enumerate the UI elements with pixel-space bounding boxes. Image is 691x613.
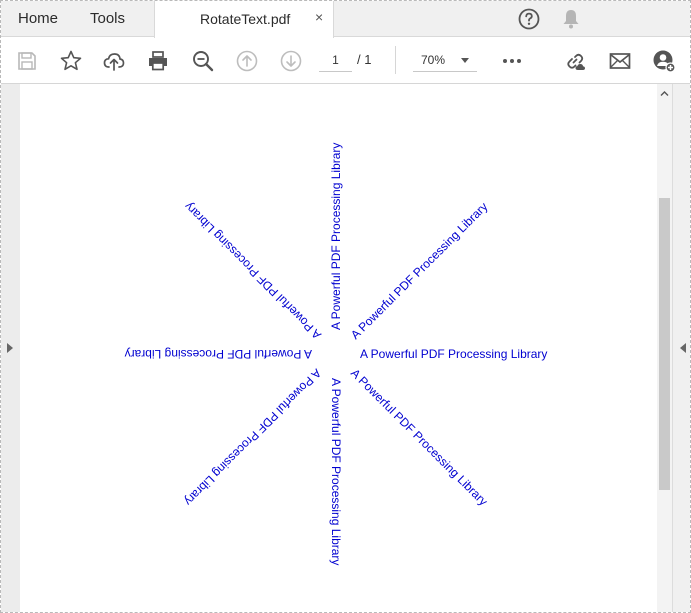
close-icon[interactable]: × [315, 9, 323, 25]
zoom-out-icon[interactable] [191, 49, 215, 73]
chevron-right-icon [7, 343, 13, 353]
mail-icon[interactable] [608, 49, 632, 73]
rotated-text-45: A Powerful PDF Processing Library [348, 200, 490, 342]
tab-tools[interactable]: Tools [90, 10, 125, 27]
rotated-text-225: A Powerful PDF Processing Library [182, 366, 324, 508]
scrollbar-thumb[interactable] [659, 198, 670, 490]
star-icon[interactable] [59, 49, 83, 73]
rotated-text-90: A Powerful PDF Processing Library [329, 143, 343, 330]
tab-document-label: RotateText.pdf [200, 11, 291, 27]
add-user-icon[interactable] [652, 49, 676, 73]
rotated-text-270: A Powerful PDF Processing Library [329, 378, 343, 565]
bell-icon[interactable] [559, 7, 583, 31]
toolbar-divider [395, 46, 396, 74]
pdf-page: A Powerful PDF Processing Library A Power… [20, 84, 657, 612]
app-window: Home Tools RotateText.pdf × 1 / 1 70% A … [0, 0, 691, 613]
page-number-input[interactable]: 1 [319, 48, 352, 72]
left-panel-toggle[interactable] [1, 84, 20, 612]
cloud-upload-icon[interactable] [102, 49, 126, 73]
help-icon[interactable] [517, 7, 541, 31]
zoom-select[interactable]: 70% [413, 48, 477, 72]
tab-document[interactable]: RotateText.pdf × [154, 1, 334, 38]
scroll-up-icon[interactable] [660, 89, 669, 98]
rotated-text-315: A Powerful PDF Processing Library [348, 366, 490, 508]
rotated-text-0: A Powerful PDF Processing Library [360, 347, 547, 361]
pdf-page-content: A Powerful PDF Processing LibraryA Power… [125, 143, 548, 566]
arrow-down-icon[interactable] [279, 49, 303, 73]
save-icon[interactable] [15, 49, 39, 73]
vertical-scrollbar[interactable] [657, 84, 672, 612]
toolbar: 1 / 1 70% [1, 38, 690, 84]
zoom-value: 70% [421, 53, 446, 67]
more-icon[interactable] [500, 49, 524, 73]
page-total: / 1 [357, 52, 372, 67]
rotated-text-180: A Powerful PDF Processing Library [125, 347, 312, 361]
chevron-down-icon [461, 58, 469, 63]
tab-home[interactable]: Home [18, 10, 58, 27]
chevron-left-icon [680, 343, 686, 353]
right-panel-toggle[interactable] [672, 84, 690, 612]
arrow-up-icon[interactable] [235, 49, 259, 73]
print-icon[interactable] [146, 49, 170, 73]
rotated-text-135: A Powerful PDF Processing Library [182, 200, 324, 342]
link-cloud-icon[interactable] [563, 49, 587, 73]
tab-bar: Home Tools RotateText.pdf × [1, 1, 690, 38]
document-viewer: A Powerful PDF Processing Library A Power… [1, 84, 690, 612]
